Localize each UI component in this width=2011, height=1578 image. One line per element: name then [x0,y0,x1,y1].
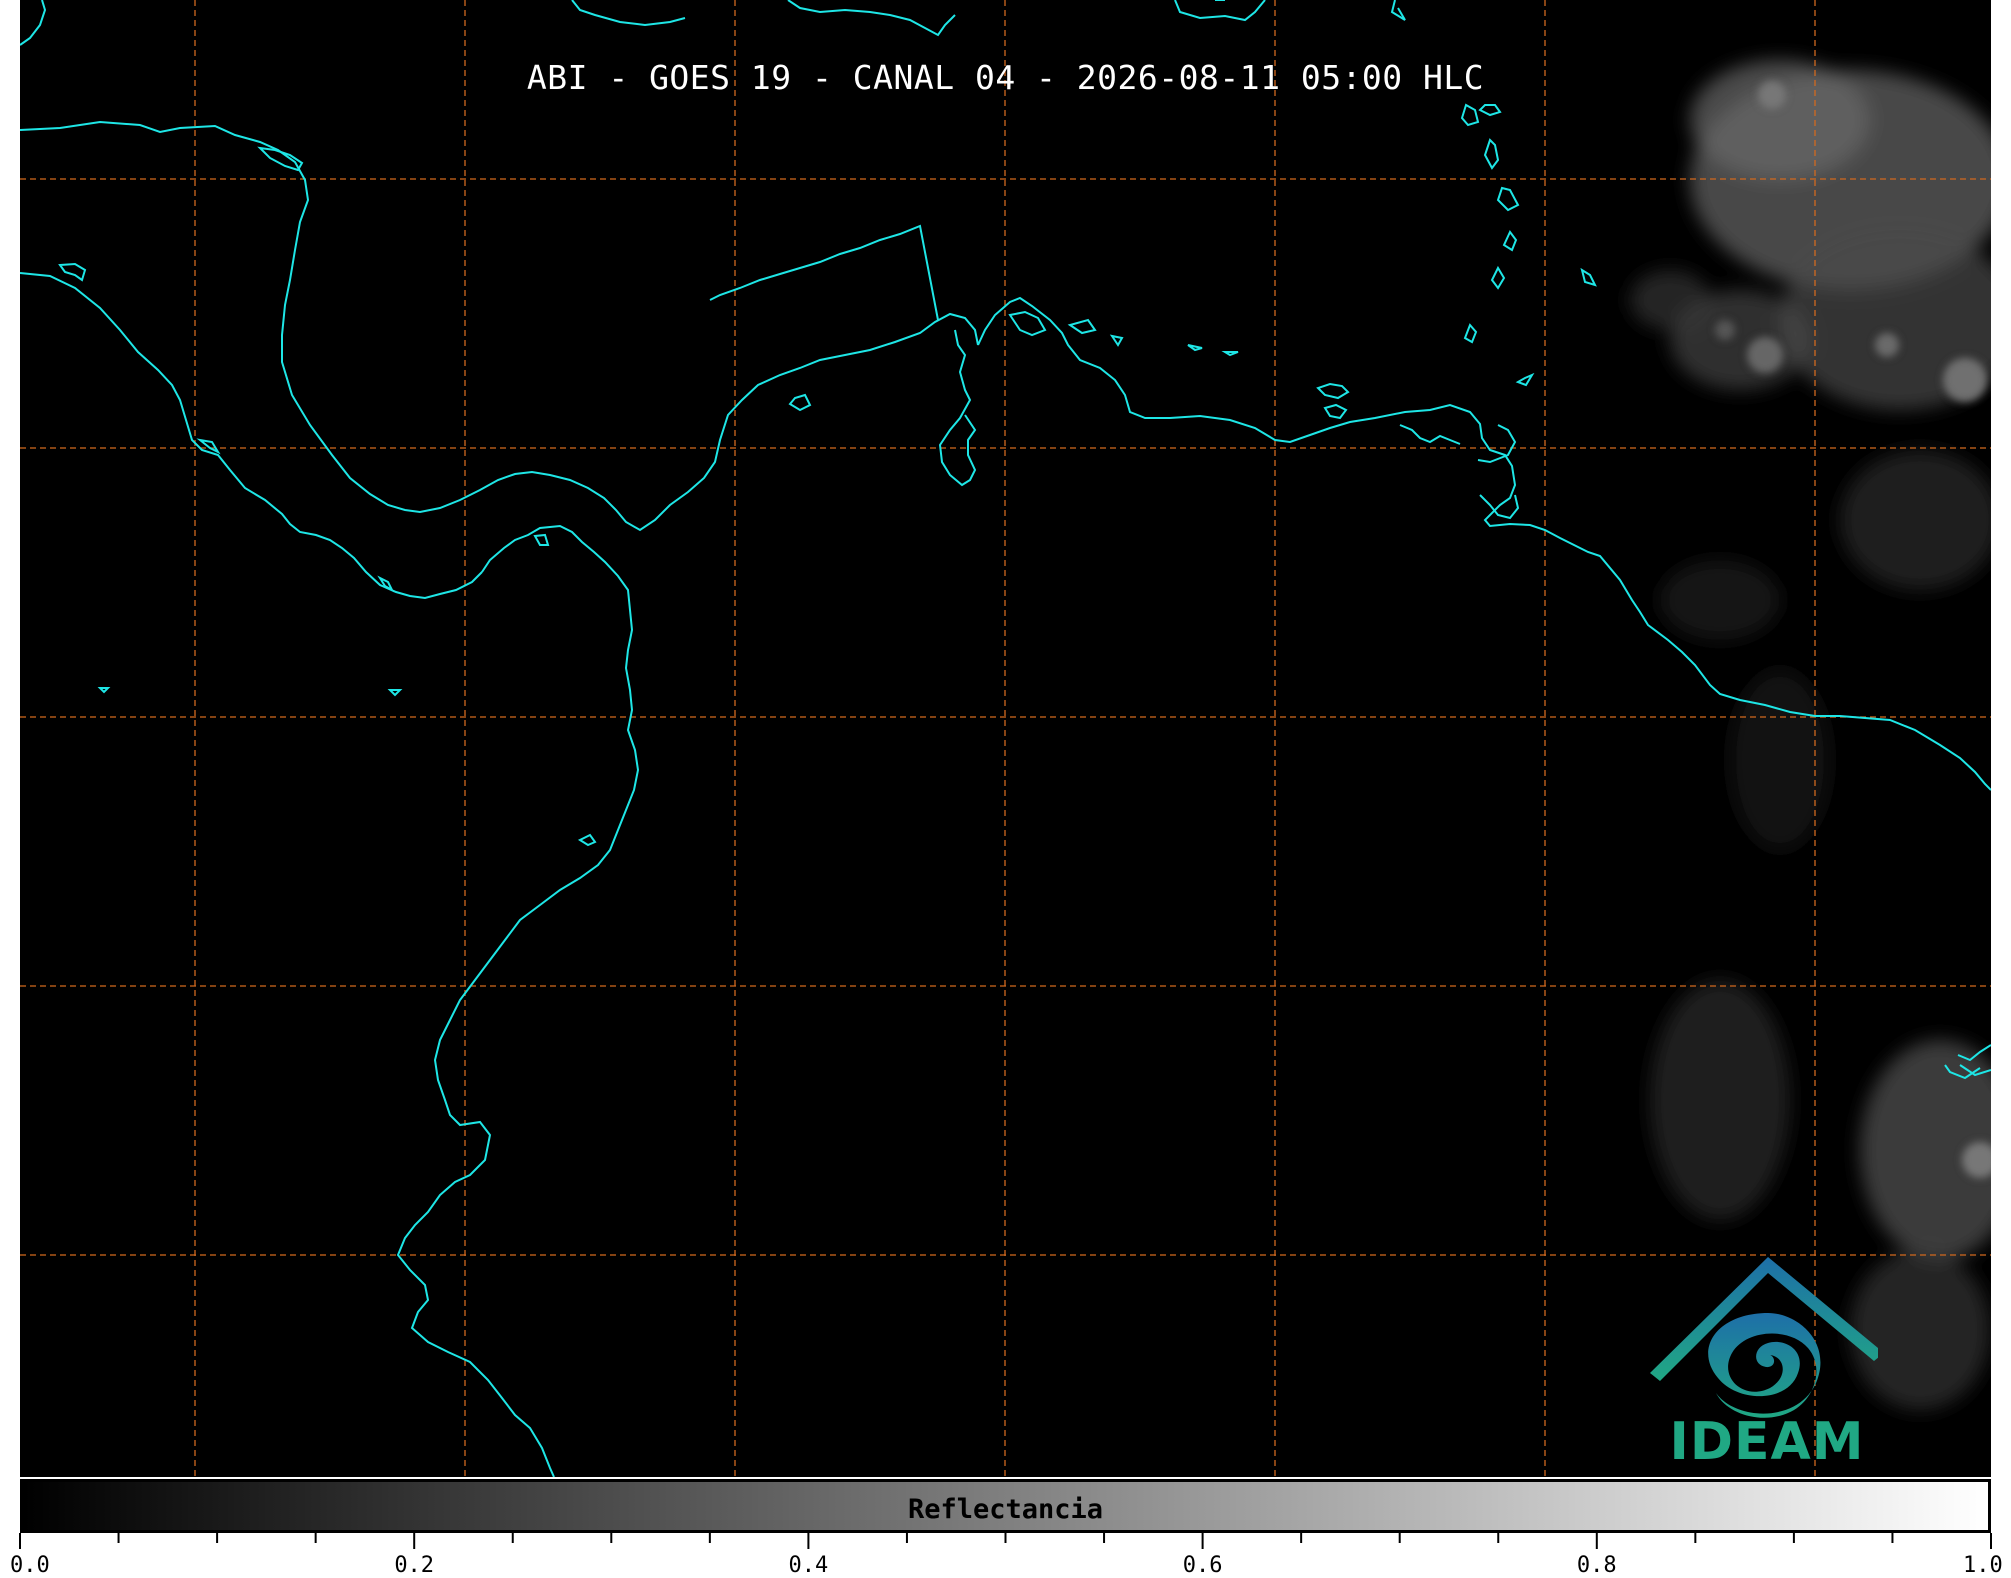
tick-label: 0.2 [394,1553,435,1578]
tick-label: 0.6 [1182,1553,1223,1578]
colorbar-label: Reflectancia [907,1494,1104,1525]
tick-label: 0.0 [10,1553,50,1578]
tick-label: 1.0 [1963,1553,2003,1578]
tick-label: 0.4 [788,1553,829,1578]
cloud-field [1630,60,1991,1410]
map-title: ABI - GOES 19 - CANAL 04 - 2026-08-11 05… [526,58,1485,97]
colorbar-ticks [19,1533,1992,1549]
tick-label: 0.8 [1576,1553,1617,1578]
logo-text: IDEAM [1669,1412,1865,1472]
colorbar: Reflectancia [20,1479,1991,1533]
